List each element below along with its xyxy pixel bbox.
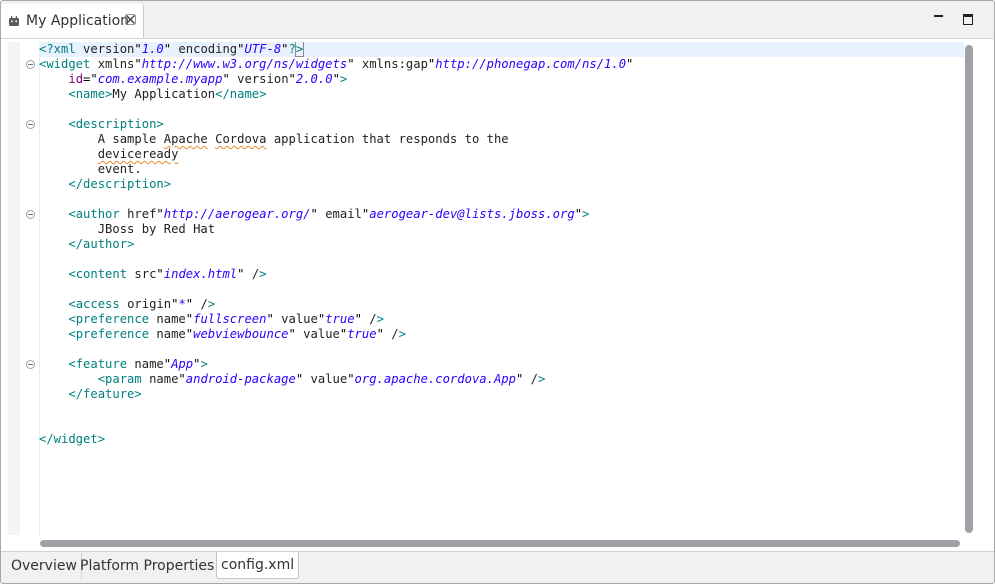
code-line: id="com.example.myapp" version"2.0.0"> [68,72,348,86]
minimize-icon[interactable] [933,13,945,25]
editor-tab-title: My Application [26,13,130,29]
code-line: </feature> [68,387,142,401]
overview-ruler [8,42,20,535]
folding-gutter [20,42,40,535]
horizontal-scrollbar[interactable] [39,538,964,548]
code-line: deviceready [97,147,179,161]
editor-window: My Application <?xml version"1.0" encodi… [0,0,995,584]
code-line: <preference name"webviewbounce" value"tr… [68,327,406,341]
code-line: <widget xmlns"http://www.w3.org/ns/widge… [39,57,634,71]
editor-tab-my-application[interactable]: My Application [1,4,144,38]
code-line: A sample Apache Cordova application that… [39,132,509,146]
code-line: <?xml version"1.0" encoding"UTF-8"?> [39,42,305,57]
code-line: JBoss by Red Hat [39,222,216,236]
cordova-robot-icon [9,16,19,26]
close-icon[interactable] [125,14,136,25]
code-line: <access origin"*" /> [68,297,216,311]
code-line: <preference name"fullscreen" value"true"… [68,312,384,326]
code-line: </description> [68,177,172,191]
code-line: event. [39,162,142,176]
code-line: <description> [68,117,164,131]
fold-collapse-icon[interactable] [26,210,35,219]
editor-page-tabs: Overview Platform Properties config.xml [1,551,994,583]
code-line: <content src"index.html" /> [68,267,267,281]
maximize-icon[interactable] [963,13,975,25]
code-line: <feature name"App"> [68,357,208,371]
code-line: <param name"android-package" value"org.a… [97,372,546,386]
code-line: <author href"http://aerogear.org/" email… [68,207,590,221]
editor-tab-bar: My Application [1,1,994,39]
code-line: </author> [68,237,135,251]
vertical-scroll-thumb[interactable] [965,45,973,533]
xml-source-editor[interactable]: <?xml version"1.0" encoding"UTF-8"?> <wid… [8,42,978,551]
fold-collapse-icon[interactable] [26,120,35,129]
code-line: </widget> [39,432,106,446]
vertical-scrollbar[interactable] [964,42,976,535]
code-line: <name>My Application</name> [68,87,267,101]
fold-collapse-icon[interactable] [26,60,35,69]
tab-platform-properties[interactable]: Platform Properties [76,553,220,579]
tab-config-xml[interactable]: config.xml [216,552,300,579]
horizontal-scroll-thumb[interactable] [40,540,960,547]
tab-overview[interactable]: Overview [7,553,82,579]
fold-collapse-icon[interactable] [26,360,35,369]
code-text-area[interactable]: <?xml version"1.0" encoding"UTF-8"?> <wid… [39,42,964,535]
